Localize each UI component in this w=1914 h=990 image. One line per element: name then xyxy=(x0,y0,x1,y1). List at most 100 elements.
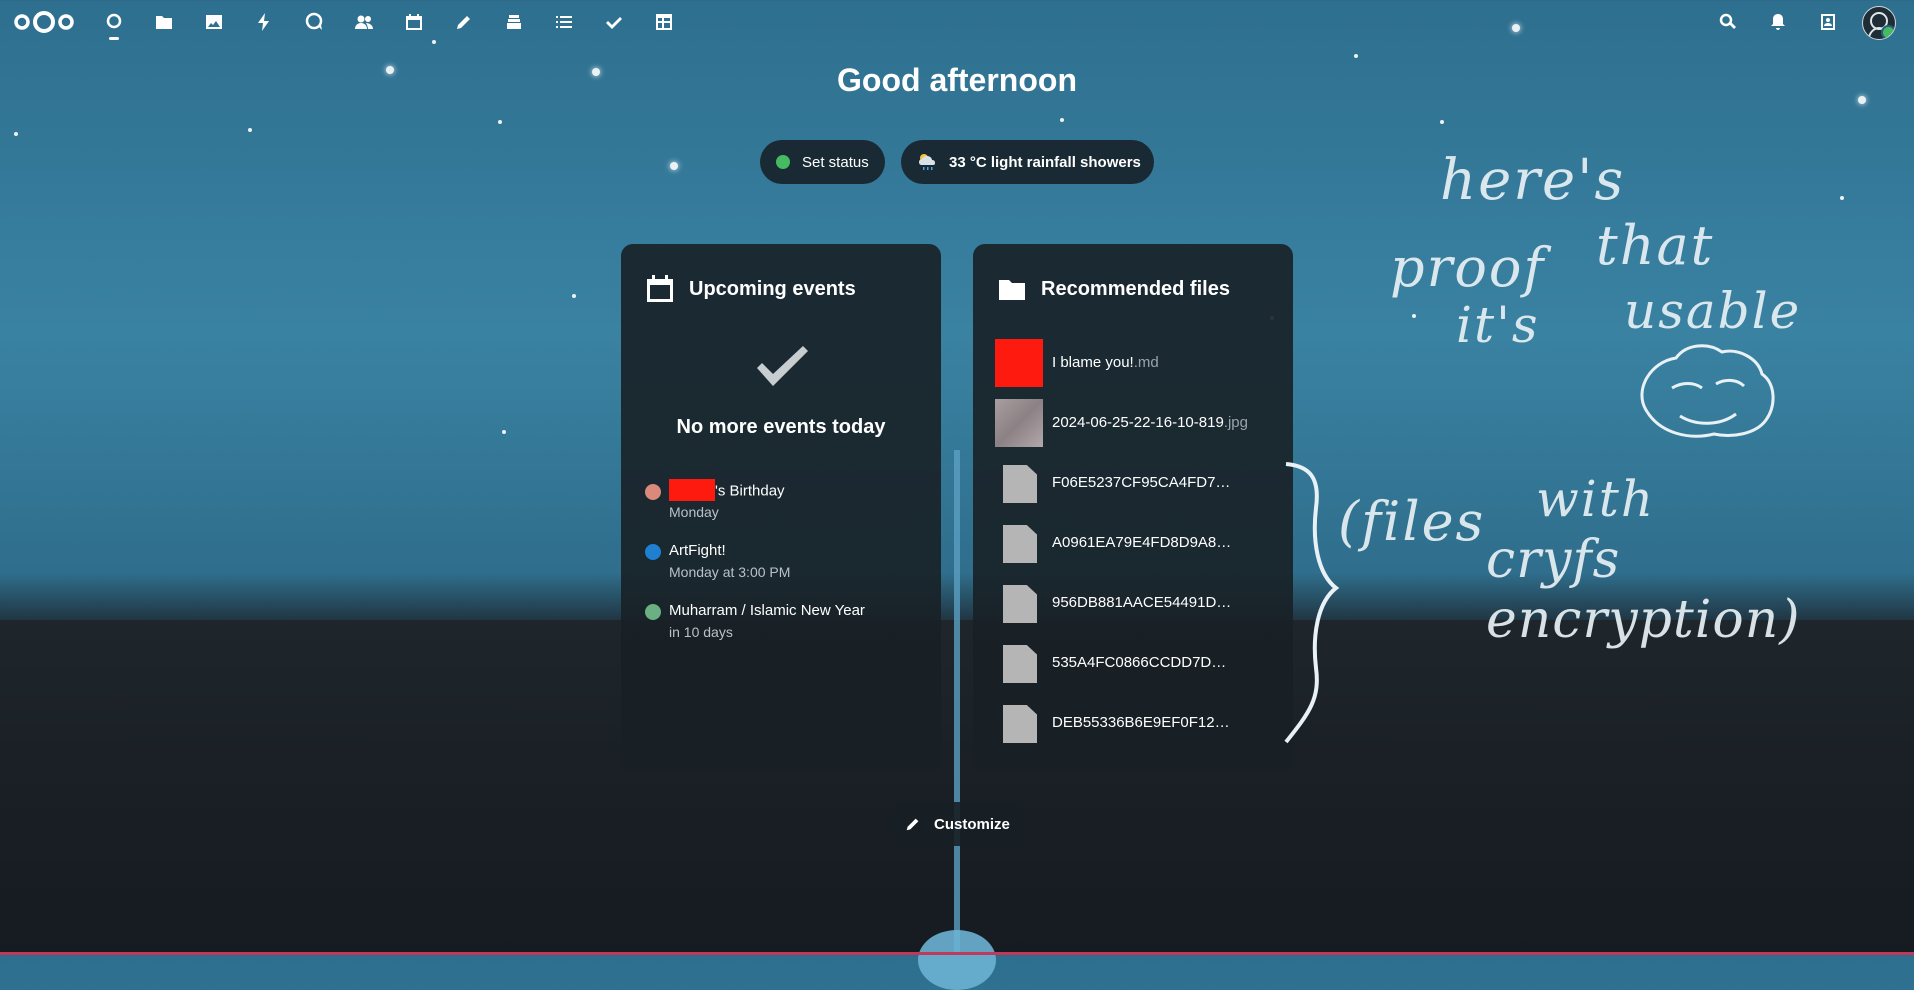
background-orb xyxy=(918,930,996,990)
app-activity[interactable] xyxy=(250,8,278,36)
panel-title[interactable]: Upcoming events xyxy=(689,278,856,301)
document-icon xyxy=(1003,645,1037,683)
redaction-box xyxy=(669,479,715,501)
chat-icon xyxy=(305,12,323,30)
app-photos[interactable] xyxy=(200,8,228,36)
file-item[interactable]: F06E5237CF95CA4FD7… xyxy=(995,459,1285,507)
app-notes[interactable] xyxy=(450,8,478,36)
star xyxy=(1060,118,1064,122)
empty-message: No more events today xyxy=(676,416,886,438)
event-name: Muharram / Islamic New Year xyxy=(669,602,865,619)
star xyxy=(1354,54,1358,58)
greeting-title: Good afternoon xyxy=(837,62,1077,98)
file-thumbnail xyxy=(995,519,1043,567)
star xyxy=(1840,196,1844,200)
file-thumbnail xyxy=(995,639,1043,687)
contacts-menu-icon xyxy=(1821,14,1835,30)
top-bar xyxy=(0,0,1914,44)
doodle-face-drawing xyxy=(1640,344,1775,438)
search-icon xyxy=(1719,13,1736,29)
file-item[interactable]: 2024-06-25-22-16-10-819.jpg xyxy=(995,399,1285,447)
app-tables[interactable] xyxy=(650,8,678,36)
weather-label: 33 °C light rainfall showers xyxy=(949,153,1141,171)
notifications-button[interactable] xyxy=(1764,8,1792,36)
app-dashboard[interactable] xyxy=(100,8,128,40)
calendar-icon xyxy=(647,275,673,302)
annotation-text: that xyxy=(1596,214,1715,277)
file-name: DEB55336B6E9EF0F12… xyxy=(1052,714,1230,731)
annotation-text: (files xyxy=(1338,490,1486,553)
contacts-icon xyxy=(355,15,373,29)
star xyxy=(1440,120,1444,124)
star xyxy=(498,120,502,124)
weather-status-button[interactable]: 33 °C light rainfall showers xyxy=(901,140,1154,184)
rain-cloud-icon xyxy=(919,154,935,170)
annotation-text: usable xyxy=(1624,282,1802,340)
app-deck[interactable] xyxy=(500,8,528,36)
file-item[interactable]: 535A4FC0866CCDD7D… xyxy=(995,639,1285,687)
check-icon xyxy=(757,346,808,386)
status-dot xyxy=(776,155,790,169)
upcoming-events-panel: Upcoming events No more events today 's … xyxy=(621,244,941,771)
star xyxy=(670,162,678,170)
set-status-label: Set status xyxy=(802,153,869,171)
annotation-text: with xyxy=(1536,470,1656,528)
app-files[interactable] xyxy=(150,8,178,36)
app-talk[interactable] xyxy=(300,8,328,36)
annotation-text: proof xyxy=(1390,236,1546,299)
folder-icon xyxy=(999,280,1025,300)
recommended-files-panel: Recommended files I blame you!.md 2024-0… xyxy=(973,244,1293,771)
image-icon xyxy=(206,15,222,29)
app-contacts[interactable] xyxy=(350,8,378,36)
event-color-dot xyxy=(645,604,661,620)
document-icon xyxy=(1003,525,1037,563)
annotation-text: it's xyxy=(1456,296,1540,354)
stack-icon xyxy=(507,15,521,29)
folder-icon xyxy=(156,16,172,29)
nextcloud-logo[interactable] xyxy=(12,8,76,36)
panel-header: Upcoming events xyxy=(645,274,856,304)
pencil-icon xyxy=(906,818,919,831)
star xyxy=(502,430,506,434)
file-name: 2024-06-25-22-16-10-819.jpg xyxy=(1052,414,1248,431)
online-status-dot xyxy=(1881,25,1895,39)
file-item[interactable]: A0961EA79E4FD8D9A8… xyxy=(995,519,1285,567)
file-item[interactable]: I blame you!.md xyxy=(995,339,1285,387)
panel-title[interactable]: Recommended files xyxy=(1041,278,1230,301)
customize-label: Customize xyxy=(934,815,1010,833)
file-thumbnail xyxy=(995,699,1043,747)
curly-brace-drawing xyxy=(1284,462,1340,744)
file-name: 535A4FC0866CCDD7D… xyxy=(1052,654,1227,671)
set-status-button[interactable]: Set status xyxy=(760,140,885,184)
file-name: I blame you!.md xyxy=(1052,354,1159,371)
user-avatar[interactable] xyxy=(1862,6,1896,40)
document-icon xyxy=(1003,705,1037,743)
file-name: 956DB881AACE54491D… xyxy=(1052,594,1232,611)
contacts-menu-button[interactable] xyxy=(1814,8,1842,36)
file-item[interactable]: 956DB881AACE54491D… xyxy=(995,579,1285,627)
star xyxy=(572,294,576,298)
event-name: ArtFight! xyxy=(669,542,726,559)
bell-icon xyxy=(1771,14,1785,30)
app-tasks[interactable] xyxy=(550,8,578,36)
app-checks[interactable] xyxy=(600,8,628,36)
list-icon xyxy=(556,16,572,28)
dashboard-icon xyxy=(106,13,122,29)
search-button[interactable] xyxy=(1714,8,1742,36)
annotation-text: cryfs encryption) xyxy=(1486,530,1801,650)
star xyxy=(14,132,18,136)
star xyxy=(1412,314,1416,318)
document-icon xyxy=(1003,585,1037,623)
file-item[interactable]: DEB55336B6E9EF0F12… xyxy=(995,699,1285,747)
file-thumbnail xyxy=(995,339,1043,387)
lightning-icon xyxy=(258,13,269,31)
event-time: Monday at 3:00 PM xyxy=(669,564,791,580)
event-time: in 10 days xyxy=(669,624,733,640)
app-calendar[interactable] xyxy=(400,8,428,36)
panel-header: Recommended files xyxy=(997,274,1230,304)
event-name: 's Birthday xyxy=(669,479,785,501)
event-color-dot xyxy=(645,484,661,500)
customize-button[interactable]: Customize xyxy=(888,802,1026,846)
event-time: Monday xyxy=(669,504,719,520)
annotation-text: here's xyxy=(1440,148,1626,213)
